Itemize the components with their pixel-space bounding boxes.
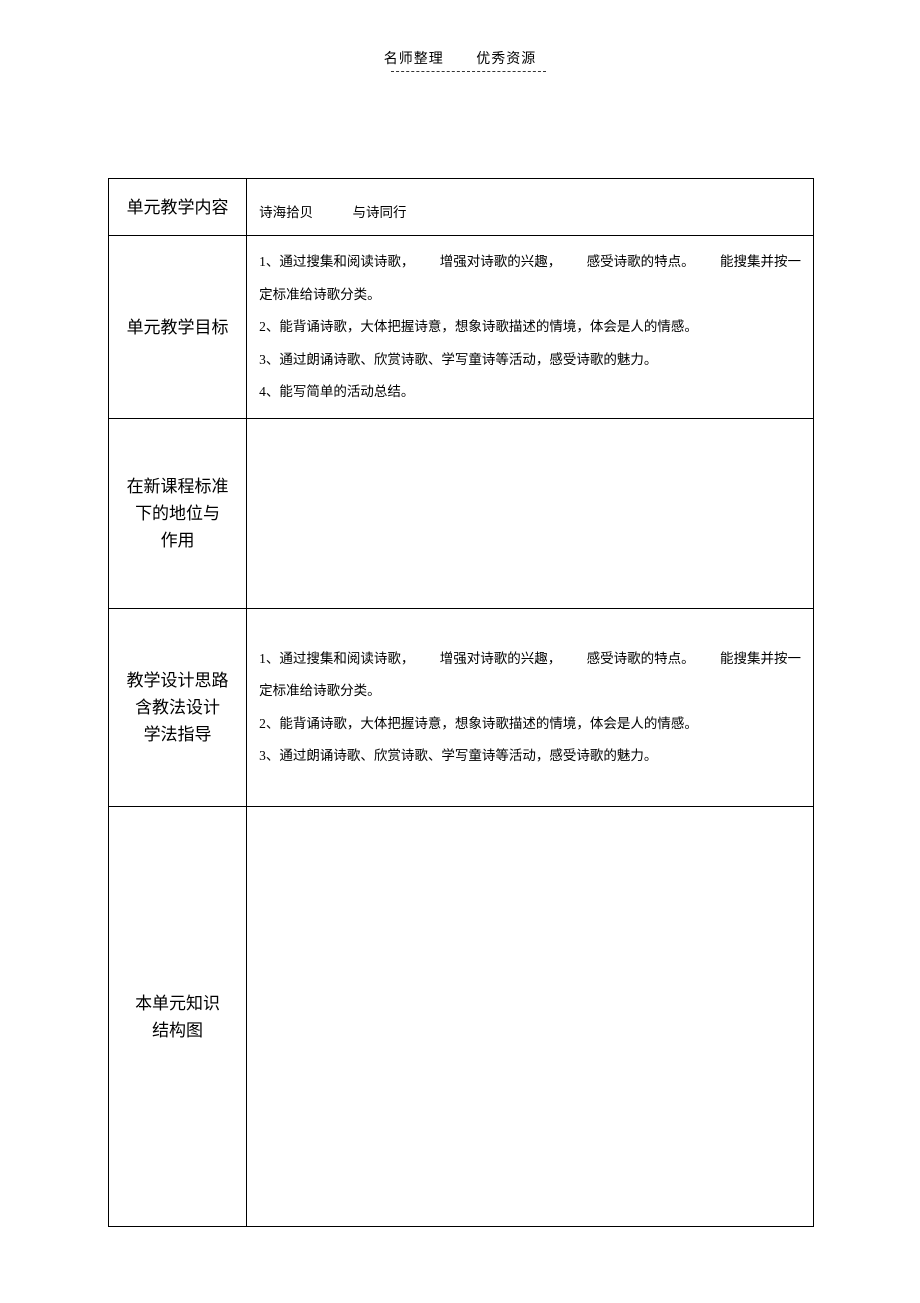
content-text: 1、通过搜集和阅读诗歌， [259, 643, 414, 675]
label-text: 结构图 [109, 1017, 246, 1044]
content-line: 1、通过搜集和阅读诗歌， 增强对诗歌的兴趣， 感受诗歌的特点。 能搜集并按一 [259, 643, 801, 675]
label-text: 本单元知识 [109, 990, 246, 1017]
header-right-text: 优秀资源 [476, 48, 536, 68]
table-row: 本单元知识 结构图 [109, 807, 814, 1227]
row-content-unit-content: 诗海拾贝 与诗同行 [247, 179, 814, 236]
content-text: 与诗同行 [353, 205, 407, 220]
label-text: 含教法设计 [109, 694, 246, 721]
row-label-unit-content: 单元教学内容 [109, 179, 247, 236]
content-line: 定标准给诗歌分类。 [259, 279, 801, 311]
content-line: 4、能写简单的活动总结。 [259, 376, 801, 408]
table-row: 教学设计思路 含教法设计 学法指导 1、通过搜集和阅读诗歌， 增强对诗歌的兴趣，… [109, 609, 814, 807]
row-content-knowledge-structure [247, 807, 814, 1227]
label-text: 下的地位与 [109, 500, 246, 527]
label-text: 在新课程标准 [109, 473, 246, 500]
content-line: 3、通过朗诵诗歌、欣赏诗歌、学写童诗等活动，感受诗歌的魅力。 [259, 344, 801, 376]
content-text: 能搜集并按一 [720, 643, 801, 675]
row-label-curriculum-role: 在新课程标准 下的地位与 作用 [109, 419, 247, 609]
content-line: 1、通过搜集和阅读诗歌， 增强对诗歌的兴趣， 感受诗歌的特点。 能搜集并按一 [259, 246, 801, 278]
row-label-design-idea: 教学设计思路 含教法设计 学法指导 [109, 609, 247, 807]
label-text: 单元教学内容 [127, 198, 229, 217]
table-row: 单元教学内容 诗海拾贝 与诗同行 [109, 179, 814, 236]
label-text: 作用 [109, 527, 246, 554]
teaching-plan-table: 单元教学内容 诗海拾贝 与诗同行 单元教学目标 1、通过搜集和阅读诗歌， 增强对… [108, 178, 814, 1227]
content-text: 感受诗歌的特点。 [587, 246, 695, 278]
row-content-unit-goal: 1、通过搜集和阅读诗歌， 增强对诗歌的兴趣， 感受诗歌的特点。 能搜集并按一 定… [247, 236, 814, 419]
label-text: 教学设计思路 [109, 667, 246, 694]
content-text: 增强对诗歌的兴趣， [440, 643, 562, 675]
content-line: 定标准给诗歌分类。 [259, 675, 801, 707]
page-header: 名师整理 优秀资源 [0, 0, 920, 72]
header-underline [391, 71, 546, 72]
content-text: 能搜集并按一 [720, 246, 801, 278]
row-content-design-idea: 1、通过搜集和阅读诗歌， 增强对诗歌的兴趣， 感受诗歌的特点。 能搜集并按一 定… [247, 609, 814, 807]
table-row: 在新课程标准 下的地位与 作用 [109, 419, 814, 609]
row-label-knowledge-structure: 本单元知识 结构图 [109, 807, 247, 1227]
content-text: 1、通过搜集和阅读诗歌， [259, 246, 414, 278]
label-text: 学法指导 [109, 721, 246, 748]
label-text: 单元教学目标 [127, 318, 229, 337]
content-line: 2、能背诵诗歌，大体把握诗意，想象诗歌描述的情境，体会是人的情感。 [259, 708, 801, 740]
row-label-unit-goal: 单元教学目标 [109, 236, 247, 419]
row-content-curriculum-role [247, 419, 814, 609]
content-line: 2、能背诵诗歌，大体把握诗意，想象诗歌描述的情境，体会是人的情感。 [259, 311, 801, 343]
header-left-text: 名师整理 [384, 48, 444, 68]
content-line: 3、通过朗诵诗歌、欣赏诗歌、学写童诗等活动，感受诗歌的魅力。 [259, 740, 801, 772]
content-text: 增强对诗歌的兴趣， [440, 246, 562, 278]
content-text: 感受诗歌的特点。 [587, 643, 695, 675]
table-row: 单元教学目标 1、通过搜集和阅读诗歌， 增强对诗歌的兴趣， 感受诗歌的特点。 能… [109, 236, 814, 419]
content-text: 诗海拾贝 [259, 197, 313, 229]
